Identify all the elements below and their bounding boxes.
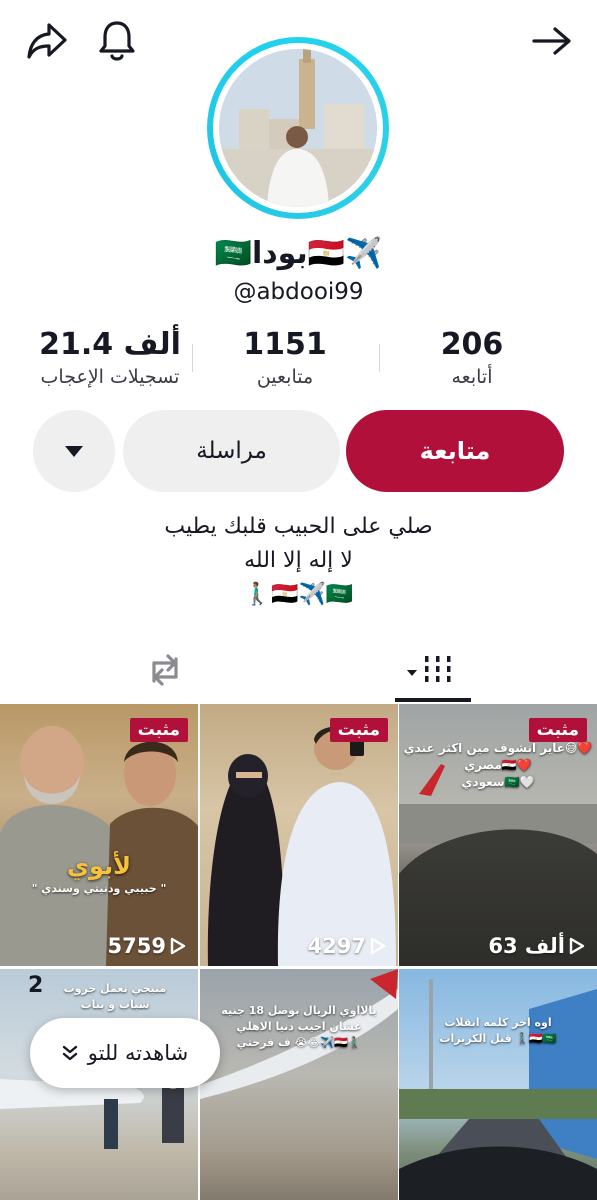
likes-stat[interactable]: 21.4 ألف تسجيلات الإعجاب	[15, 326, 205, 390]
double-chevron-down-icon	[62, 1045, 77, 1061]
tab-videos[interactable]	[395, 640, 471, 700]
caption-line: يالااوي الريال بوصل 18 جنيه	[221, 1004, 377, 1017]
video-caption-title: لأبوي	[67, 852, 131, 880]
caret-down-icon	[65, 446, 83, 457]
content-tabs	[0, 640, 597, 704]
video-caption-sub: " حبيبي ودنيتي وسندي "	[31, 882, 167, 895]
caption-line: قبل الكريزات 🚶🏽‍♂️🇪🇬🇸🇦	[439, 1032, 557, 1045]
bio: صلي على الحبيب قلبك يطيب لا إله إلا الله…	[0, 510, 597, 612]
username: @abdooi99	[233, 279, 364, 305]
message-button[interactable]: مراسلة	[123, 410, 340, 492]
just-watched-button[interactable]: شاهدته للتو	[30, 1018, 220, 1088]
likes-count: 21.4 ألف	[39, 327, 181, 362]
video-grid-icon	[407, 656, 451, 682]
view-count: 5759	[108, 934, 186, 958]
pinned-badge: مثبت	[129, 718, 188, 742]
video-tile[interactable]: يالااوي الريال بوصل 18 جنيه عشان اجيب دن…	[200, 969, 398, 1200]
play-icon	[170, 937, 186, 955]
follow-button[interactable]: متابعة	[346, 410, 564, 492]
view-count-value: 4297	[307, 934, 366, 958]
tab-reposts[interactable]	[130, 640, 200, 700]
caption-line: متيجي نعمل جروب	[63, 982, 167, 995]
followers-stat[interactable]: 1151 متابعين	[190, 326, 380, 390]
video-caption: متيجي نعمل جروب شباب و بنات	[40, 981, 190, 1013]
play-icon	[569, 937, 585, 955]
avatar[interactable]	[207, 37, 389, 219]
video-tile[interactable]: مثبت 4297	[200, 704, 398, 966]
share-icon[interactable]	[24, 18, 70, 64]
bio-line: 🚶🏽‍♂️🇪🇬✈️🇸🇦	[243, 582, 354, 607]
caption-line: عاير انشوف مين اكثر عندي😅❤️	[403, 741, 593, 755]
back-arrow-icon[interactable]	[529, 18, 575, 64]
caption-line: ف فرحتي 😭😂✈️🇪🇬🚶🏽‍♂️	[236, 1036, 362, 1049]
play-icon	[370, 937, 386, 955]
repost-icon	[152, 654, 178, 686]
followers-label: متابعين	[256, 366, 314, 388]
caption-line: اوه اخر كلمه انقلات	[444, 1016, 552, 1029]
following-stat[interactable]: 206 أتابعه	[377, 326, 567, 390]
display-name: 🇸🇦بودا🇪🇬✈️	[214, 236, 383, 271]
video-caption: عاير انشوف مين اكثر عندي😅❤️ مصري🇪🇬❤️ سعو…	[399, 740, 597, 791]
video-tile[interactable]: اوه اخر كلمه انقلات قبل الكريزات 🚶🏽‍♂️🇪🇬…	[399, 969, 597, 1200]
video-grid: مثبت عاير انشوف مين اكثر عندي😅❤️ مصري🇪🇬❤…	[0, 704, 597, 1200]
view-count-value: 63 ألف	[488, 934, 565, 958]
video-tile[interactable]: مثبت عاير انشوف مين اكثر عندي😅❤️ مصري🇪🇬❤…	[399, 704, 597, 966]
bio-line: لا إله إلا الله	[244, 548, 353, 573]
more-options-button[interactable]	[33, 410, 115, 492]
video-caption: اوه اخر كلمه انقلات قبل الكريزات 🚶🏽‍♂️🇪🇬…	[399, 1015, 597, 1047]
bio-line: صلي على الحبيب قلبك يطيب	[164, 514, 433, 539]
pinned-badge: مثبت	[329, 718, 388, 742]
caption-line: سعودي🇸🇦🤍	[461, 775, 535, 789]
view-count: 63 ألف	[488, 934, 585, 958]
avatar-photo	[219, 49, 377, 207]
caption-line: شباب و بنات	[80, 998, 150, 1011]
bell-icon[interactable]	[94, 18, 140, 64]
active-tab-indicator	[395, 698, 471, 702]
view-count: 4297	[308, 934, 386, 958]
followers-count: 1151	[243, 327, 327, 362]
likes-label: تسجيلات الإعجاب	[40, 366, 180, 388]
pinned-badge: مثبت	[528, 718, 587, 742]
video-tile[interactable]: مثبت لأبوي " حبيبي ودنيتي وسندي " 5759	[0, 704, 198, 966]
view-count-value: 5759	[107, 934, 166, 958]
caption-line: عشان اجيب دنيا الاهلي	[236, 1020, 362, 1033]
following-count: 206	[440, 327, 504, 362]
caption-line: مصري🇪🇬❤️	[464, 758, 532, 772]
profile-stats: 206 أتابعه 1151 متابعين 21.4 ألف تسجيلات…	[0, 326, 597, 396]
just-watched-label: شاهدته للتو	[87, 1041, 189, 1065]
video-caption: يالااوي الريال بوصل 18 جنيه عشان اجيب دن…	[200, 1003, 398, 1051]
following-label: أتابعه	[451, 366, 493, 388]
